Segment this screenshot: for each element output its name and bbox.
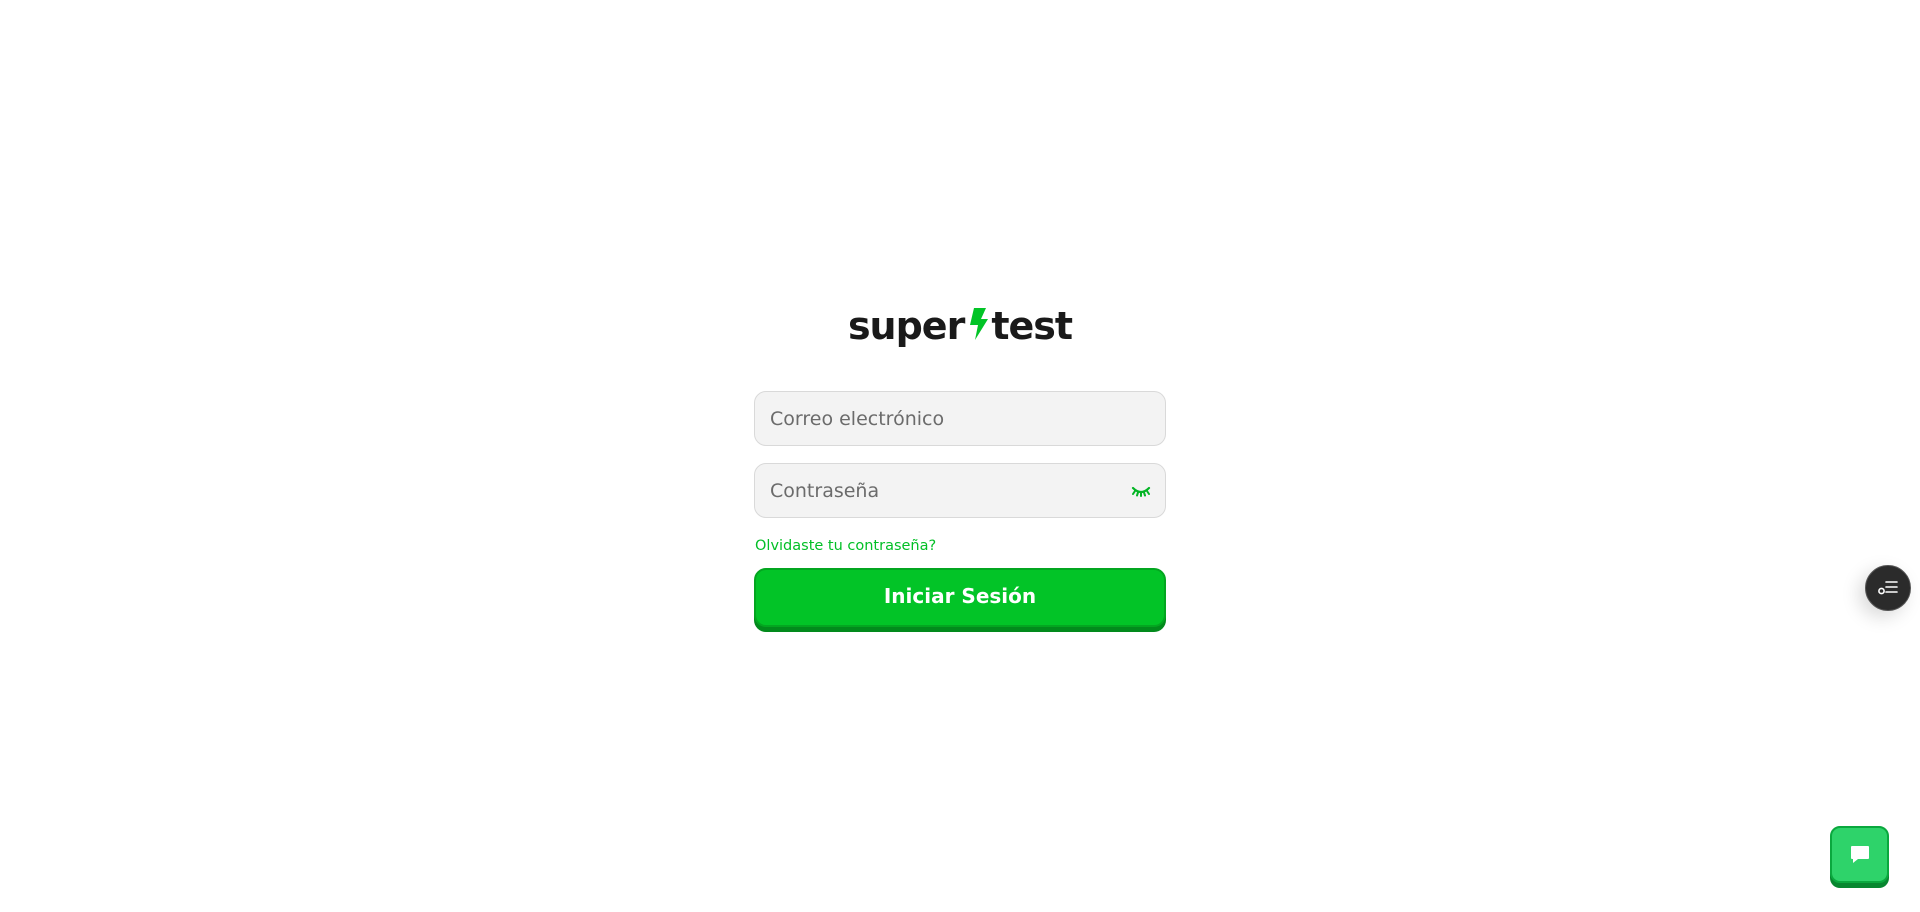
side-widget-button[interactable] — [1865, 565, 1911, 611]
lightning-bolt-icon — [970, 308, 989, 340]
email-field-container — [754, 391, 1166, 446]
chat-bubble-icon — [1850, 845, 1869, 863]
checklist-icon — [1878, 581, 1898, 595]
login-page: super test Olvidaste tu contraseña? Inic… — [0, 0, 1920, 912]
brand-name-left: super — [847, 304, 965, 348]
login-panel: super test Olvidaste tu contraseña? Inic… — [754, 300, 1166, 627]
password-input[interactable] — [755, 464, 1165, 517]
chat-button[interactable] — [1830, 826, 1889, 883]
brand-logo: super test — [754, 300, 1166, 352]
forgot-password-link[interactable]: Olvidaste tu contraseña? — [755, 538, 936, 554]
eye-closed-icon[interactable] — [1131, 482, 1151, 500]
email-input[interactable] — [755, 392, 1165, 445]
login-button[interactable]: Iniciar Sesión — [754, 568, 1166, 627]
password-field-container — [754, 463, 1166, 518]
brand-name-right: test — [991, 304, 1073, 348]
